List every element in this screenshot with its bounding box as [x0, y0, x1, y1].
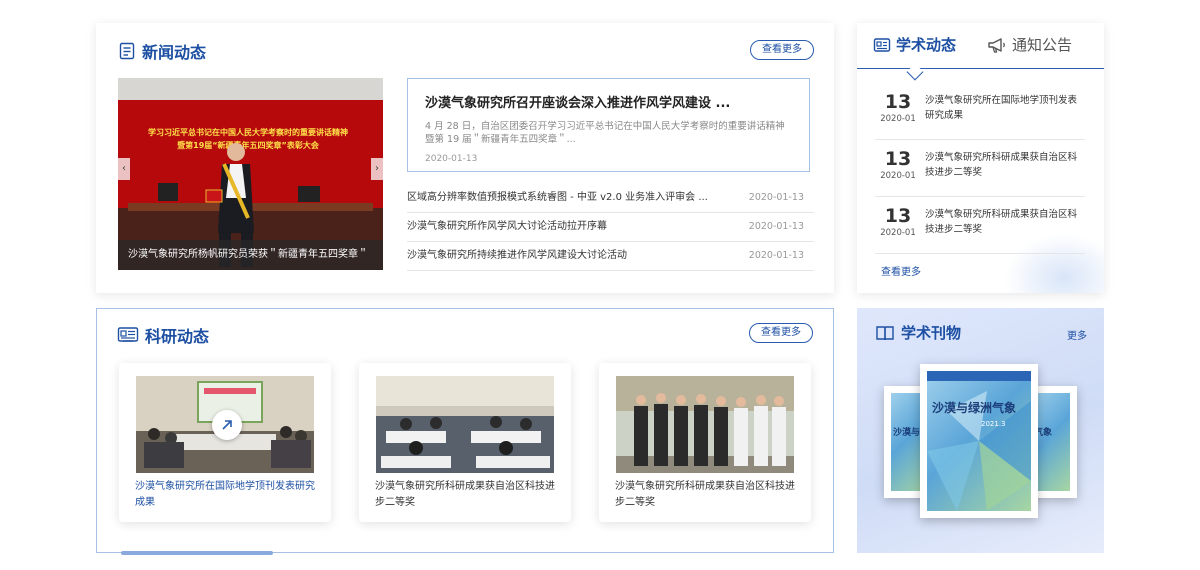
journal-section: 学术刊物 更多 沙漠与 气象 沙漠与绿洲气象 2021.3 [857, 308, 1104, 553]
academic-item-title: 沙漠气象研究所科研成果获自治区科技进步二等奖 [925, 152, 1078, 178]
scrollbar-thumb[interactable] [121, 551, 273, 555]
date-day: 13 [884, 148, 912, 170]
news-more-button[interactable]: 查看更多 [750, 40, 814, 60]
list-item[interactable]: 沙漠气象研究所持续推进作风学风建设大讨论活动 2020-01-13 [407, 242, 814, 271]
featured-news-desc: 4 月 28 日，自治区团委召开学习习近平总书记在中国人民大学考察时的重要讲话精… [425, 121, 785, 145]
play-button[interactable] [212, 410, 242, 440]
cover-journal-title: 沙漠与绿洲气象 [932, 401, 1017, 415]
news-item-date: 2020-01-13 [748, 192, 804, 203]
research-card-photo [616, 376, 794, 473]
research-card-title: 沙漠气象研究所科研成果获自治区科技进步二等奖 [375, 481, 555, 508]
research-more-button[interactable]: 查看更多 [749, 323, 813, 343]
news-section-title: 新闻动态 [118, 39, 206, 63]
research-card[interactable]: 沙漠气象研究所科研成果获自治区科技进步二等奖 [599, 363, 811, 522]
academic-more-link[interactable]: 查看更多 [881, 263, 921, 278]
news-item-title: 沙漠气象研究所持续推进作风学风建设大讨论活动 [407, 250, 627, 261]
news-item-date: 2020-01-13 [748, 221, 804, 232]
news-item-title: 沙漠气象研究所作风学风大讨论活动拉开序幕 [407, 221, 607, 232]
cover-geometric-pattern [927, 391, 1031, 511]
list-item[interactable]: 13 2020-01 沙漠气象研究所科研成果获自治区科技进步二等奖 [875, 197, 1085, 254]
research-card[interactable]: 沙漠气象研究所在国际地学顶刊发表研究成果 [119, 363, 331, 522]
date-day: 13 [884, 205, 912, 227]
featured-news[interactable]: 沙漠气象研究所召开座谈会深入推进作风学风建设 ... 4 月 28 日，自治区团… [407, 78, 810, 172]
research-card-photo [376, 376, 554, 473]
megaphone-icon [988, 37, 1005, 53]
list-item[interactable]: 沙漠气象研究所作风学风大讨论活动拉开序幕 2020-01-13 [407, 213, 814, 242]
list-item[interactable]: 13 2020-01 沙漠气象研究所在国际地学顶刊发表研究成果 [875, 83, 1085, 140]
journal-section-title: 学术刊物 [875, 322, 961, 343]
academic-item-title: 沙漠气象研究所科研成果获自治区科技进步二等奖 [925, 209, 1078, 235]
list-item[interactable]: 区域高分辨率数值预报模式系统睿图 - 中亚 v2.0 业务准入评审会 ... 2… [407, 184, 814, 213]
featured-news-date: 2020-01-13 [425, 154, 478, 164]
tab-academic-news[interactable]: 学术动态 [873, 34, 956, 55]
date-year-month: 2020-01 [880, 228, 916, 238]
carousel-prev-button[interactable]: ‹ [118, 158, 130, 180]
date-day: 13 [884, 91, 912, 113]
news-section: 新闻动态 查看更多 学习习近平总书记在中国人民大学考察时的重要讲话精神 暨第19… [96, 23, 834, 293]
research-section-title: 科研动态 [117, 323, 209, 347]
newspaper-icon [873, 37, 891, 52]
date-block: 13 2020-01 [875, 149, 921, 196]
research-section: 科研动态 查看更多 沙漠气象研究所在国际地学顶刊发表研究成果 沙漠气象研究所科研… [96, 308, 834, 555]
arrow-up-right-icon [222, 420, 232, 430]
news-document-icon [119, 42, 135, 60]
research-card-title: 沙漠气象研究所科研成果获自治区科技进步二等奖 [615, 481, 795, 508]
book-icon [876, 325, 894, 340]
news-list: 区域高分辨率数值预报模式系统睿图 - 中亚 v2.0 业务准入评审会 ... 2… [407, 184, 814, 271]
news-carousel[interactable]: 学习习近平总书记在中国人民大学考察时的重要讲话精神 暨第19届“新疆青年五四奖章… [118, 78, 383, 270]
research-board-icon [117, 327, 139, 342]
list-item[interactable]: 13 2020-01 沙漠气象研究所科研成果获自治区科技进步二等奖 [875, 140, 1085, 197]
academic-list: 13 2020-01 沙漠气象研究所在国际地学顶刊发表研究成果 13 2020-… [875, 83, 1085, 254]
academic-item-title: 沙漠气象研究所在国际地学顶刊发表研究成果 [925, 95, 1078, 121]
carousel-scrollbar[interactable] [121, 551, 811, 555]
academic-section: 学术动态 通知公告 13 2020-01 沙漠气象研究所在国际地学顶刊发表研究成… [857, 23, 1104, 293]
date-block: 13 2020-01 [875, 206, 921, 253]
research-card[interactable]: 沙漠气象研究所科研成果获自治区科技进步二等奖 [359, 363, 571, 522]
tab-notices[interactable]: 通知公告 [987, 34, 1072, 55]
research-card-title: 沙漠气象研究所在国际地学顶刊发表研究成果 [135, 481, 315, 508]
carousel-next-button[interactable]: › [371, 158, 383, 180]
journal-cover-art: 沙漠与绿洲气象 2021.3 [927, 371, 1031, 511]
date-year-month: 2020-01 [880, 171, 916, 181]
date-year-month: 2020-01 [880, 114, 916, 124]
research-card-photo [136, 376, 314, 473]
carousel-caption[interactable]: 沙漠气象研究所杨帆研究员荣获＂新疆青年五四奖章＂ [118, 240, 383, 270]
cover-issue: 2021.3 [981, 420, 1006, 428]
featured-news-title[interactable]: 沙漠气象研究所召开座谈会深入推进作风学风建设 ... [425, 92, 792, 111]
date-block: 13 2020-01 [875, 92, 921, 139]
journal-cover-main[interactable]: 沙漠与绿洲气象 2021.3 [920, 364, 1038, 518]
journal-more-link[interactable]: 更多 [1067, 327, 1087, 342]
academic-tabs: 学术动态 通知公告 [857, 23, 1104, 69]
news-item-date: 2020-01-13 [748, 250, 804, 261]
news-item-title: 区域高分辨率数值预报模式系统睿图 - 中亚 v2.0 业务准入评审会 ... [407, 192, 708, 203]
